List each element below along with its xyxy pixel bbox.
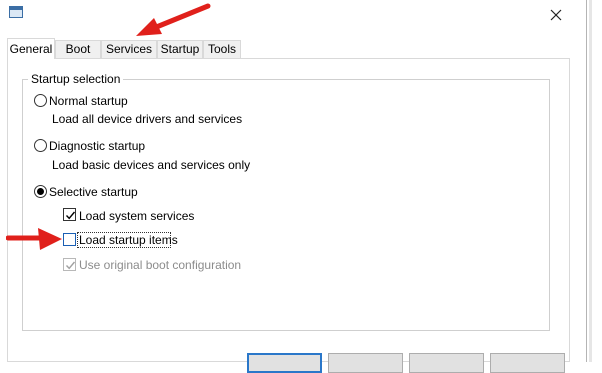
normal-startup-radio[interactable] <box>34 94 47 107</box>
selective-startup-label[interactable]: Selective startup <box>49 185 138 199</box>
load-system-services-label[interactable]: Load system services <box>79 209 194 223</box>
tab-label: Boot <box>65 42 91 56</box>
normal-startup-description: Load all device drivers and services <box>52 112 243 126</box>
selective-startup-radio[interactable] <box>34 185 47 198</box>
tab-general[interactable]: General <box>7 38 55 59</box>
startup-selection-title: Startup selection <box>28 72 124 86</box>
checkmark-icon <box>65 211 76 220</box>
apply-button[interactable] <box>409 353 484 373</box>
tab-label: General <box>9 42 53 56</box>
red-arrow-to-services-icon <box>136 3 211 36</box>
close-icon <box>550 9 562 21</box>
diagnostic-startup-description: Load basic devices and services only <box>52 158 251 172</box>
use-original-boot-config-label: Use original boot configuration <box>79 258 242 272</box>
use-original-boot-config-checkbox <box>63 258 76 271</box>
checkmark-icon <box>65 261 76 270</box>
tab-boot[interactable]: Boot <box>55 40 101 58</box>
cancel-button[interactable] <box>328 353 403 373</box>
load-startup-items-checkbox[interactable] <box>63 233 76 246</box>
ok-button[interactable] <box>247 353 322 373</box>
red-arrow-to-startup-items-icon <box>6 228 62 250</box>
diagnostic-startup-label[interactable]: Diagnostic startup <box>49 139 145 153</box>
load-system-services-checkbox[interactable] <box>63 208 76 221</box>
window-frame-edge <box>586 0 602 362</box>
normal-startup-label[interactable]: Normal startup <box>49 94 128 108</box>
load-startup-items-label[interactable]: Load startup items <box>79 233 178 247</box>
tab-label: Tools <box>207 42 236 56</box>
msconfig-window-icon <box>9 6 23 18</box>
tab-label: Startup <box>160 42 200 56</box>
close-button[interactable] <box>546 5 566 25</box>
help-button[interactable] <box>490 353 565 373</box>
diagnostic-startup-radio[interactable] <box>34 139 47 152</box>
tab-label: Services <box>105 42 152 56</box>
